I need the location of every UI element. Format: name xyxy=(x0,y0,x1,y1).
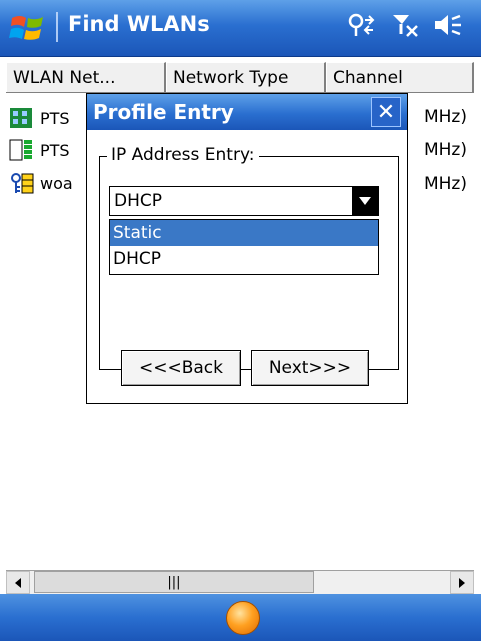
network-name: woa xyxy=(40,173,73,193)
dialog-title-bar: Profile Entry ✕ xyxy=(87,94,407,130)
connectivity-icon[interactable] xyxy=(347,12,377,38)
network-name: PTS xyxy=(40,140,70,160)
network-secure-icon xyxy=(11,173,34,194)
close-icon: ✕ xyxy=(376,99,396,125)
scroll-right-button[interactable] xyxy=(450,571,474,594)
chevron-down-icon[interactable] xyxy=(352,187,378,215)
column-wlan-network[interactable]: WLAN Net... xyxy=(6,62,166,92)
title-separator xyxy=(56,12,58,42)
network-adhoc-icon xyxy=(10,108,32,128)
title-bar: Find WLANs xyxy=(0,0,481,57)
group-label: IP Address Entry: xyxy=(107,145,259,165)
option-dhcp[interactable]: DHCP xyxy=(110,246,378,272)
app-title: Find WLANs xyxy=(68,12,210,36)
next-button[interactable]: Next>>> xyxy=(251,350,369,386)
channel-value: MHz) xyxy=(423,174,467,194)
scroll-thumb[interactable]: ||| xyxy=(34,571,314,593)
signal-strength-icon xyxy=(9,139,32,161)
list-item[interactable]: woa xyxy=(8,170,73,196)
option-static[interactable]: Static xyxy=(110,220,378,246)
grip-icon: ||| xyxy=(167,574,181,590)
dialog-title: Profile Entry xyxy=(93,100,234,124)
select-dropdown: Static DHCP xyxy=(109,219,379,275)
network-name: PTS xyxy=(40,108,70,128)
list-header: WLAN Net... Network Type Channel xyxy=(6,62,474,93)
horizontal-scrollbar[interactable]: ||| xyxy=(6,570,474,594)
signal-off-icon[interactable] xyxy=(391,12,419,38)
profile-entry-dialog: Profile Entry ✕ IP Address Entry: DHCP S… xyxy=(86,93,408,404)
channel-value: MHz) xyxy=(423,140,467,160)
action-orb-icon[interactable] xyxy=(226,601,260,635)
channel-value: MHz) xyxy=(423,107,467,127)
ip-mode-select[interactable]: DHCP xyxy=(109,186,379,216)
select-value: DHCP xyxy=(114,191,162,211)
column-network-type[interactable]: Network Type xyxy=(166,62,326,92)
column-channel[interactable]: Channel xyxy=(326,62,474,92)
list-item[interactable]: PTS xyxy=(8,137,70,163)
arrow-right-icon xyxy=(459,577,465,588)
list-item[interactable]: PTS xyxy=(8,105,70,131)
softkey-bar xyxy=(0,594,481,641)
status-icons xyxy=(347,12,463,38)
start-windows-icon[interactable] xyxy=(8,8,48,48)
arrow-left-icon xyxy=(15,577,21,588)
back-button[interactable]: <<<Back xyxy=(121,350,241,386)
volume-icon[interactable] xyxy=(433,12,463,38)
close-button[interactable]: ✕ xyxy=(371,97,401,127)
scroll-left-button[interactable] xyxy=(6,571,30,594)
